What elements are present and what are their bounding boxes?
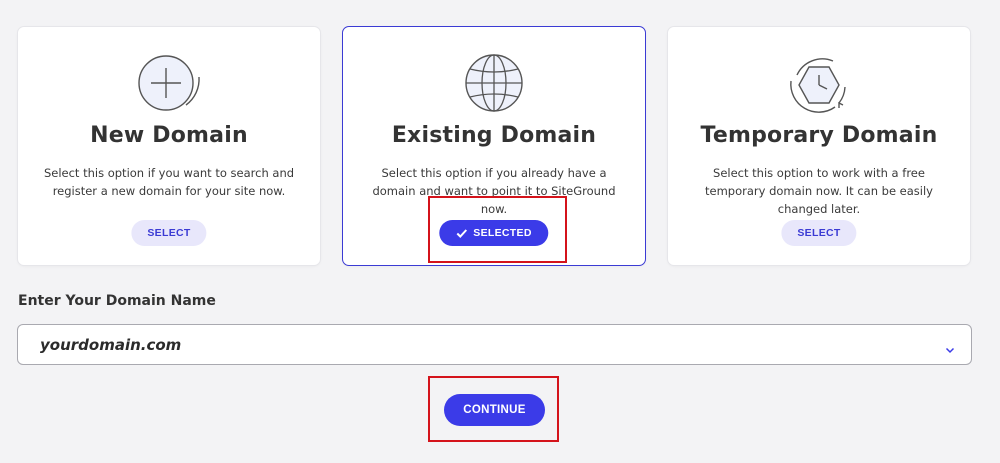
option-description: Select this option if you already have a…	[372, 166, 616, 216]
option-title: New Domain	[90, 123, 248, 148]
select-temporary-domain-button[interactable]: SELECT	[781, 220, 857, 246]
clock-icon	[668, 47, 970, 117]
plus-circle-icon	[18, 47, 320, 117]
option-description: Select this option if you want to search…	[43, 166, 295, 198]
continue-button[interactable]: CONTINUE	[444, 394, 545, 426]
globe-icon	[343, 47, 645, 117]
option-card-new-domain[interactable]: New Domain Select this option if you wan…	[17, 26, 321, 266]
option-description: Select this option to work with a free t…	[704, 166, 933, 216]
option-title: Temporary Domain	[700, 123, 938, 148]
domain-field-label: Enter Your Domain Name	[18, 293, 216, 309]
option-card-existing-domain[interactable]: Existing Domain Select this option if yo…	[342, 26, 646, 266]
selected-existing-domain-button[interactable]: SELECTED	[439, 220, 549, 246]
select-new-domain-button[interactable]: SELECT	[131, 220, 207, 246]
domain-name-value: yourdomain.com	[40, 335, 182, 354]
selected-label: SELECTED	[473, 227, 532, 239]
chevron-down-icon	[945, 340, 955, 354]
domain-name-select[interactable]: yourdomain.com	[17, 324, 972, 365]
option-title: Existing Domain	[391, 123, 597, 148]
checkmark-icon	[456, 228, 468, 238]
option-card-temporary-domain[interactable]: Temporary Domain Select this option to w…	[667, 26, 971, 266]
